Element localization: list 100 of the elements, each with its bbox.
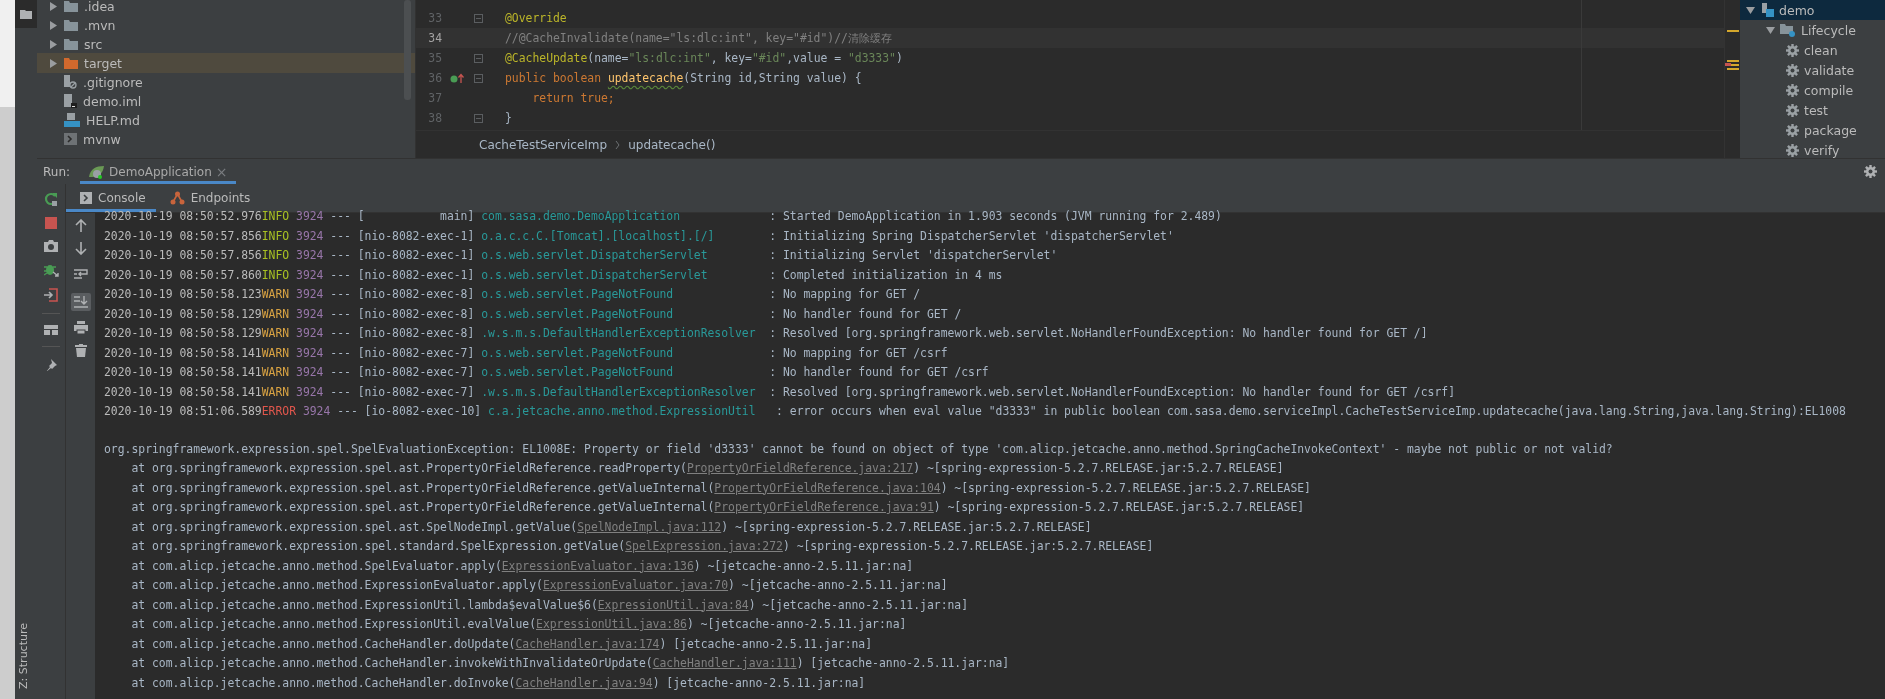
run-label: Run:	[42, 163, 72, 181]
run-tab[interactable]: DemoApplication ×	[80, 159, 236, 184]
rerun-icon[interactable]	[44, 192, 58, 206]
source-link[interactable]: SpelExpression.java:272	[625, 539, 783, 553]
stack-trace-line: at com.alicp.jetcache.anno.method.ExpressionUtil.lambda$evalValue$6(ExpressionUtil.java:84) ~[jetcache-anno-2.5.11.jar:na]	[130, 596, 970, 614]
log-line: 2020-10-19 08:50:58.123WARN 3924 --- [nio-8082-exec-8] o.s.web.servlet.PageNotFound : No mapping for GET /	[104, 286, 922, 303]
fold-icon[interactable]	[473, 113, 483, 123]
log-line: 2020-10-19 08:50:58.129WARN 3924 --- [nio-8082-exec-8] .w.s.m.s.DefaultHandlerExceptionResolver : Resolved [org.springframework.web.servlet.NoHandlerFoundException: No handler found for GET /]	[104, 325, 1429, 342]
gear-icon	[1786, 103, 1799, 117]
scroll-to-end-toggle[interactable]	[70, 293, 91, 311]
maven-tree-item[interactable]: package	[1740, 120, 1885, 140]
project-tree-item[interactable]: target	[37, 53, 415, 73]
printer-icon[interactable]	[73, 321, 88, 334]
source-link[interactable]: PropertyOrFieldReference.java:217	[686, 461, 914, 475]
layout-icon[interactable]	[44, 325, 58, 335]
folder-icon	[64, 19, 78, 31]
maven-tree-item[interactable]: clean	[1740, 40, 1885, 60]
pin-icon[interactable]	[44, 358, 58, 371]
code-line: @CacheUpdate(name="ls:dlc:int", key="#id",value = "d3333")	[505, 51, 903, 65]
source-link[interactable]: PropertyOrFieldReference.java:104	[714, 480, 941, 495]
maven-project-icon	[1760, 3, 1774, 17]
override-marker-icon[interactable]	[450, 72, 464, 84]
bug-icon[interactable]	[43, 263, 59, 277]
file-icon	[64, 94, 77, 108]
up-arrow-icon[interactable]	[74, 219, 87, 232]
exception-line: org.springframework.expression.spel.SpelEvaluationException: EL1008E: Property or field 'd3333' cannot be found on object of type 'com.alicp.jetcache.anno.method.SpringCacheInvokeContext' - maybe not public or not valid?	[104, 440, 1614, 458]
settings-icon[interactable]	[1864, 165, 1877, 178]
source-link[interactable]: CacheHandler.java:174	[515, 636, 660, 651]
source-link[interactable]: CacheHandler.java:94	[515, 675, 653, 690]
project-tree-item[interactable]: HELP.md	[37, 110, 415, 130]
breadcrumb[interactable]: CacheTestServiceImp	[479, 137, 608, 152]
file-icon	[64, 75, 77, 89]
stack-trace-line: at org.springframework.expression.spel.standard.SpelExpression.getValue(SpelExpression.java:272) ~[spring-expression-5.2.7.RELEASE.jar:5.2.7.RELEASE]	[130, 538, 1155, 555]
caret-down-icon[interactable]	[1766, 25, 1775, 35]
project-tree-item[interactable]: demo.iml	[37, 91, 415, 111]
line-number: 34	[427, 31, 442, 45]
fold-icon[interactable]	[473, 53, 483, 63]
code-line: @Override	[505, 11, 567, 25]
trash-icon[interactable]	[74, 344, 87, 357]
maven-tree-item[interactable]: verify	[1740, 140, 1885, 160]
stack-trace-line: at org.springframework.expression.spel.ast.SpelNodeImpl.getValue(SpelNodeImpl.java:112) ~[spring-expression-5.2.7.RELEASE.jar:5.2.7.RELEASE]	[130, 518, 1093, 536]
structure-tab[interactable]: Z: Structure	[17, 623, 30, 689]
line-number: 37	[427, 91, 442, 105]
maven-tree-item[interactable]: test	[1740, 100, 1885, 120]
stack-trace-line: at com.alicp.jetcache.anno.method.SpelEvaluator.apply(ExpressionEvaluator.java:136) ~[jetcache-anno-2.5.11.jar:na]	[130, 557, 915, 575]
line-number: 35	[427, 51, 442, 65]
log-line: 2020-10-19 08:50:57.856INFO 3924 --- [nio-8082-exec-1] o.a.c.c.C.[Tomcat].[localhost].[/] : Initializing Spring DispatcherServlet 'dispatcherServlet'	[104, 227, 1175, 245]
maven-tree-item[interactable]: compile	[1740, 80, 1885, 100]
log-line: 2020-10-19 08:50:57.856INFO 3924 --- [nio-8082-exec-1] o.s.web.servlet.DispatcherServlet : Initializing Servlet 'dispatcherServlet'	[104, 247, 1059, 264]
chevron-icon	[615, 140, 621, 149]
line-number: 38	[427, 111, 442, 125]
log-line: 2020-10-19 08:50:57.860INFO 3924 --- [nio-8082-exec-1] o.s.web.servlet.DispatcherServlet : Completed initialization in 4 ms	[104, 266, 1004, 284]
code-line: return true;	[531, 91, 615, 105]
project-tree-item[interactable]: .mvn	[37, 15, 415, 35]
gear-icon	[1786, 63, 1799, 77]
code-line: //@CacheInvalidate(name="ls:dlc:int", key="#id")//清除缓存	[505, 30, 892, 46]
down-arrow-icon[interactable]	[74, 242, 87, 255]
stack-trace-line: at com.alicp.jetcache.anno.method.ExpressionUtil.evalValue(ExpressionUtil.java:86) ~[jetcache-anno-2.5.11.jar:na]	[130, 616, 908, 633]
source-link[interactable]: PropertyOrFieldReference.java:91	[714, 500, 934, 514]
endpoints-icon	[169, 191, 185, 205]
source-link[interactable]: CacheHandler.java:111	[652, 656, 797, 670]
exit-icon[interactable]	[44, 288, 58, 302]
line-number: 33	[427, 11, 442, 25]
maven-tree-item[interactable]: Lifecycle	[1740, 20, 1885, 40]
stack-trace-line: at org.springframework.expression.spel.ast.PropertyOrFieldReference.readProperty(PropertyOrFieldReference.java:217) ~[spring-expression-5.2.7.RELEASE.jar:5.2.7.RELEASE]	[130, 460, 1285, 477]
project-tree-item[interactable]: .idea	[37, 0, 415, 16]
project-tree-item[interactable]: mvnw	[37, 129, 415, 149]
markdown-file-icon	[64, 113, 80, 127]
camera-icon[interactable]	[44, 240, 58, 252]
fold-icon[interactable]	[473, 13, 483, 23]
script-file-icon	[64, 133, 77, 145]
source-link[interactable]: ExpressionEvaluator.java:70	[542, 578, 729, 592]
project-tree-item[interactable]: src	[37, 34, 415, 54]
spring-leaf-icon	[88, 164, 106, 179]
log-line: 2020-10-19 08:50:58.141WARN 3924 --- [nio-8082-exec-7] .w.s.m.s.DefaultHandlerExceptionResolver : Resolved [org.springframework.web.servlet.NoHandlerFoundException: No handler found for GET /csrf]	[104, 383, 1456, 401]
log-line: 2020-10-19 08:50:58.129WARN 3924 --- [nio-8082-exec-8] o.s.web.servlet.PageNotFound : No handler found for GET /	[104, 305, 963, 323]
line-number: 36	[427, 71, 442, 85]
source-link[interactable]: ExpressionUtil.java:84	[597, 597, 749, 612]
project-tree-item[interactable]: .gitignore	[37, 72, 415, 92]
stack-trace-line: at com.alicp.jetcache.anno.method.CacheHandler.invokeWithInvalidateOrUpdate(CacheHandler.java:111) [jetcache-anno-2.5.11.jar:na]	[130, 655, 1011, 672]
code-line: }	[505, 111, 512, 125]
log-line: 2020-10-19 08:51:06.589ERROR 3924 --- [io-8082-exec-10] c.a.jetcache.anno.method.ExpressionUtil : error occurs when eval value "d3333" in public boolean com.sasa.demo.serviceImpl.CacheTestServiceImp.updatecache(java.lang.String,java.lang.String):EL1008	[104, 403, 1847, 420]
fold-icon[interactable]	[473, 73, 483, 83]
source-link[interactable]: SpelNodeImpl.java:112	[577, 519, 722, 534]
log-line: 2020-10-19 08:50:58.141WARN 3924 --- [nio-8082-exec-7] o.s.web.servlet.PageNotFound : No handler found for GET /csrf	[104, 364, 990, 381]
folder-icon[interactable]	[20, 9, 32, 19]
code-line: public boolean updatecache(String id,String value) {	[505, 71, 862, 85]
stack-trace-line: at org.springframework.expression.spel.ast.PropertyOrFieldReference.getValueInternal(PropertyOrFieldReference.java:91) ~[spring-expression-5.2.7.RELEASE.jar:5.2.7.RELEASE]	[130, 499, 1306, 516]
maven-tree-item[interactable]: demo	[1740, 0, 1885, 20]
folder-icon	[64, 57, 78, 69]
source-link[interactable]: ExpressionUtil.java:86	[536, 617, 687, 631]
terminal-icon	[80, 192, 92, 204]
source-link[interactable]: ExpressionEvaluator.java:136	[501, 558, 694, 573]
folder-gear-icon	[1780, 23, 1796, 37]
maven-tree-item[interactable]: validate	[1740, 60, 1885, 80]
folder-icon	[64, 0, 78, 12]
gear-icon	[1786, 43, 1799, 57]
breadcrumb[interactable]: updatecache()	[628, 137, 716, 152]
stack-trace-line: at org.springframework.expression.spel.ast.PropertyOrFieldReference.getValueInternal(PropertyOrFieldReference.java:104) ~[spring-expression-5.2.7.RELEASE.jar:5.2.7.RELEASE]	[130, 479, 1312, 497]
caret-down-icon[interactable]	[1746, 5, 1755, 15]
